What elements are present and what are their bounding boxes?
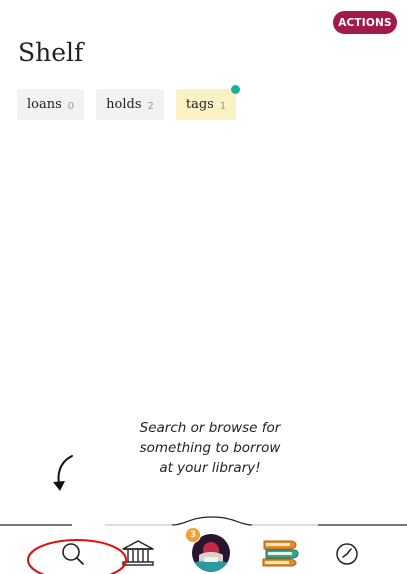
empty-state-line: Search or browse for bbox=[139, 420, 281, 436]
curved-arrow-icon bbox=[53, 455, 73, 491]
tab-count: 1 bbox=[219, 100, 227, 112]
shelf-count-badge: 3 bbox=[185, 527, 201, 543]
nav-activity-button[interactable] bbox=[332, 539, 362, 569]
tab-label: holds bbox=[106, 97, 142, 112]
nav-books-button[interactable] bbox=[260, 537, 300, 569]
nav-shelf-button[interactable]: 3 bbox=[185, 527, 231, 573]
tab-loans[interactable]: loans 0 bbox=[17, 89, 85, 120]
tab-label: loans bbox=[27, 97, 62, 112]
tab-holds[interactable]: holds 2 bbox=[96, 89, 164, 120]
annotation-circle bbox=[27, 539, 127, 574]
shelf-tabs: loans 0 holds 2 tags 1 bbox=[17, 85, 248, 120]
clock-icon bbox=[336, 543, 358, 565]
empty-state-line: at your library! bbox=[159, 460, 261, 476]
tab-tags[interactable]: tags 1 bbox=[175, 85, 241, 120]
books-stack-icon bbox=[262, 540, 299, 567]
tab-count: 2 bbox=[147, 100, 154, 112]
empty-state-line: something to borrow bbox=[139, 440, 281, 456]
notification-dot bbox=[231, 85, 241, 94]
page-title: Shelf bbox=[18, 38, 84, 67]
actions-button[interactable]: ACTIONS bbox=[333, 11, 397, 34]
shelf-screen: ACTIONS Shelf loans 0 holds 2 tags 1 Sea… bbox=[0, 0, 407, 574]
empty-state-message: Search or browse for something to borrow… bbox=[120, 418, 300, 478]
tab-label: tags bbox=[185, 97, 214, 112]
tab-count: 0 bbox=[67, 100, 75, 112]
